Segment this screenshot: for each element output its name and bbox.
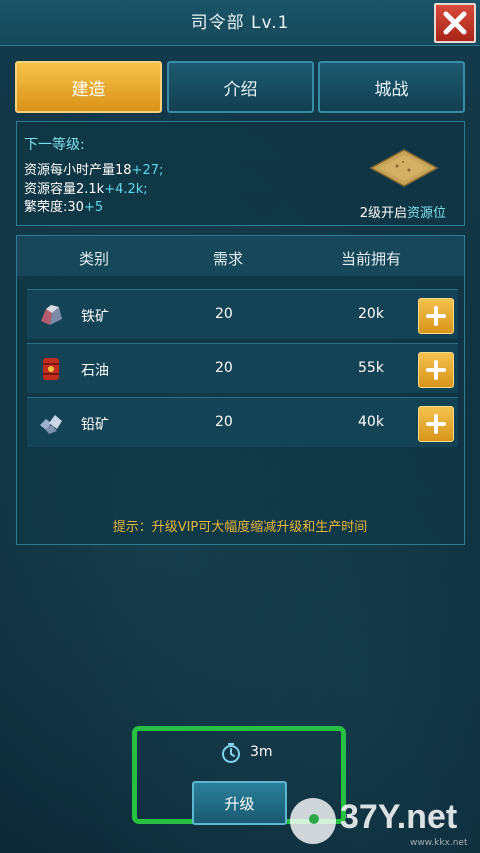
unlock-highlight: 资源位 [406, 206, 446, 221]
production-line: 资源每小时产量18+27; [24, 159, 163, 178]
header-bar: 司令部 Lv.1 [0, 0, 480, 46]
resource-row-iron: 铁矿 20 20k [27, 289, 458, 339]
tab-intro[interactable]: 介绍 [167, 61, 314, 113]
unlock-prefix: 2级开启 [359, 206, 407, 221]
resource-name: 铅矿 [81, 417, 109, 433]
resource-name: 铁矿 [81, 309, 109, 325]
vip-tip: 提示：升级VIP可大幅度缩减升级和生产时间 [112, 520, 368, 535]
resource-owned: 55k [358, 360, 384, 376]
capacity-plus: +4.2k; [104, 182, 148, 197]
watermark-sub: www.kkx.net [410, 838, 468, 848]
add-oil-button[interactable] [418, 352, 454, 388]
resource-required: 20 [215, 360, 233, 376]
header-owned: 当前拥有 [341, 250, 402, 268]
watermark-dot [309, 814, 319, 824]
tab-city-battle[interactable]: 城战 [318, 61, 465, 113]
watermark-text: 37Y.net [340, 798, 458, 836]
add-lead-button[interactable] [418, 406, 454, 442]
prosperity-text: 繁荣度:30 [24, 200, 84, 215]
unlock-info: 2级开启资源位 [360, 202, 446, 221]
resource-tile-icon [369, 149, 439, 187]
prosperity-plus: +5 [83, 200, 104, 215]
requirements-panel: 类别 需求 当前拥有 铁矿 20 20k 石油 20 55k 铅矿 20 40k [16, 235, 465, 545]
tab-bar: 建造 介绍 城战 [15, 61, 465, 113]
header-category: 类别 [79, 250, 110, 268]
resource-owned: 20k [358, 306, 384, 322]
close-button[interactable] [434, 3, 476, 43]
prosperity-line: 繁荣度:30+5 [24, 196, 103, 215]
next-level-panel: 下一等级: 资源每小时产量18+27; 资源容量2.1k+4.2k; 繁荣度:3… [16, 121, 465, 226]
production-text: 资源每小时产量18 [24, 163, 132, 178]
plus-icon [426, 306, 446, 326]
resource-owned: 40k [358, 414, 384, 430]
capacity-line: 资源容量2.1k+4.2k; [24, 178, 148, 197]
header-required: 需求 [213, 250, 244, 268]
resource-required: 20 [215, 306, 233, 322]
plus-icon [426, 360, 446, 380]
add-iron-button[interactable] [418, 298, 454, 334]
next-level-heading: 下一等级: [24, 137, 85, 153]
iron-ore-icon [41, 305, 62, 325]
resource-row-oil: 石油 20 55k [27, 343, 458, 393]
production-plus: +27; [131, 163, 164, 178]
resource-required: 20 [215, 414, 233, 430]
requirements-header: 类别 需求 当前拥有 [17, 236, 464, 276]
plus-icon [426, 414, 446, 434]
close-icon [443, 11, 467, 35]
upgrade-button[interactable]: 升级 [192, 781, 287, 825]
oil-barrel-icon [43, 358, 59, 380]
page-title: 司令部 Lv.1 [190, 13, 290, 33]
capacity-text: 资源容量2.1k [24, 182, 105, 197]
clock-icon [222, 743, 240, 763]
watermark-logo: 37Y.net www.kkx.net [290, 794, 475, 850]
resource-name: 石油 [81, 363, 109, 379]
tab-build[interactable]: 建造 [15, 61, 162, 113]
resource-row-lead: 铅矿 20 40k [27, 397, 458, 447]
lead-ore-icon [40, 415, 62, 434]
upgrade-time: 3m [250, 744, 273, 760]
